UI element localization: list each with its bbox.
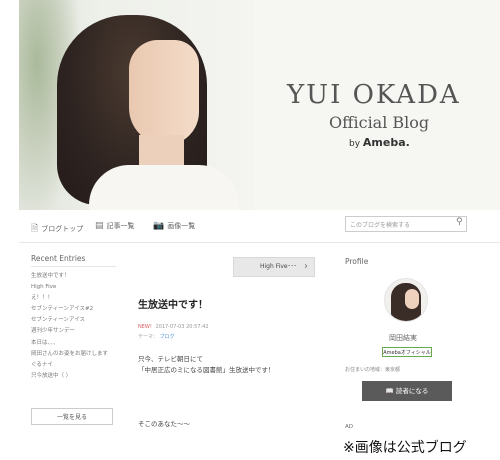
recent-entry-link[interactable]: 週刊少年サンデー bbox=[31, 326, 116, 337]
profile-name[interactable]: 岡田結実 bbox=[389, 333, 417, 343]
blog-search-input[interactable]: このブログを検索する bbox=[345, 216, 467, 232]
image-credit-caption: ※画像は公式ブログ bbox=[343, 440, 467, 456]
next-entry-label: High Five･･･ bbox=[260, 263, 297, 270]
post-body-line: そこのあなた～～ bbox=[138, 420, 190, 428]
nav-image-list[interactable]: 📷 画像一覧 bbox=[153, 221, 195, 231]
search-icon[interactable]: ⚲ bbox=[456, 217, 463, 227]
recent-entry-link[interactable]: え！！！ bbox=[31, 293, 116, 304]
recent-entry-link[interactable]: セブンティーンアイス#2 bbox=[31, 304, 116, 315]
profile-heading: Profile bbox=[345, 257, 369, 266]
post-body-line: 「中居正広のミになる図書館」生放送中です！ bbox=[138, 366, 275, 374]
profile-location: お住まいの地域：東京都 bbox=[345, 367, 401, 373]
recent-entry-link[interactable]: High Five bbox=[31, 282, 116, 293]
recent-entries-sidebar: Recent Entries 生放送中です！ High Five え！！！ セブ… bbox=[31, 254, 116, 382]
theme-label: テーマ： bbox=[138, 334, 159, 340]
blog-title: YUI OKADA bbox=[287, 80, 461, 110]
chevron-right-icon: › bbox=[304, 261, 308, 272]
recent-entry-link[interactable]: 生放送中です！ bbox=[31, 271, 116, 282]
view-all-entries-button[interactable]: 一覧を見る bbox=[31, 408, 113, 425]
recent-entry-link[interactable]: 只今放送中（ ） bbox=[31, 371, 116, 382]
by-label: by bbox=[349, 139, 361, 149]
nav-image-list-label: 画像一覧 bbox=[167, 222, 196, 230]
next-entry-button[interactable]: High Five･･･ › bbox=[233, 257, 315, 277]
nav-blog-top-label: ブログトップ bbox=[41, 225, 84, 233]
ameba-logo: Ameba. bbox=[362, 136, 410, 149]
post-body-line: 只今、テレビ朝日にて bbox=[138, 355, 203, 363]
post-theme: テーマ： ブログ bbox=[138, 333, 175, 340]
avatar-face bbox=[405, 289, 419, 309]
ad-label: AD bbox=[345, 424, 353, 430]
portrait-dress bbox=[89, 165, 239, 210]
portrait-face bbox=[129, 40, 199, 145]
nav-entry-list[interactable]: ▤ 記事一覧 bbox=[95, 221, 135, 231]
list-icon: ▤ bbox=[95, 221, 104, 231]
recent-entry-link[interactable]: セブンティーンアイス bbox=[31, 315, 116, 326]
become-reader-button[interactable]: 📖 読者になる bbox=[362, 381, 452, 401]
recent-entries-heading: Recent Entries bbox=[31, 254, 116, 267]
avatar[interactable] bbox=[384, 278, 428, 322]
recent-entry-link[interactable]: 本日は、、、 bbox=[31, 338, 116, 349]
official-badge: Amebaオフィシャル bbox=[382, 347, 432, 357]
camera-icon: 📷 bbox=[153, 221, 165, 231]
platform-credit: by Ameba. bbox=[349, 136, 410, 149]
new-badge: NEW! bbox=[138, 324, 152, 330]
post-title[interactable]: 生放送中です！ bbox=[138, 296, 208, 311]
become-reader-label: 読者になる bbox=[395, 387, 429, 395]
theme-link[interactable]: ブログ bbox=[160, 334, 175, 340]
header-photo bbox=[19, 0, 254, 210]
recent-entry-link[interactable]: ぐるナイ bbox=[31, 360, 116, 371]
nav-blog-top[interactable]: 🗎 ブログトップ bbox=[31, 221, 83, 237]
post-date: 2017-07-03 20:57:42 bbox=[155, 324, 209, 330]
blog-page: YUI OKADA Official Blog by Ameba. 🗎 ブログト… bbox=[19, 0, 500, 436]
book-icon: 📖 bbox=[385, 387, 394, 395]
blog-header-banner[interactable]: YUI OKADA Official Blog by Ameba. bbox=[19, 0, 500, 210]
blog-subtitle: Official Blog bbox=[329, 113, 430, 132]
post-meta: NEW! 2017-07-03 20:57:42 bbox=[138, 324, 209, 330]
document-icon: 🗎 bbox=[31, 224, 39, 234]
recent-entry-link[interactable]: 岡田さんのお姿をお届けします bbox=[31, 349, 116, 360]
nav-entry-list-label: 記事一覧 bbox=[106, 222, 135, 230]
